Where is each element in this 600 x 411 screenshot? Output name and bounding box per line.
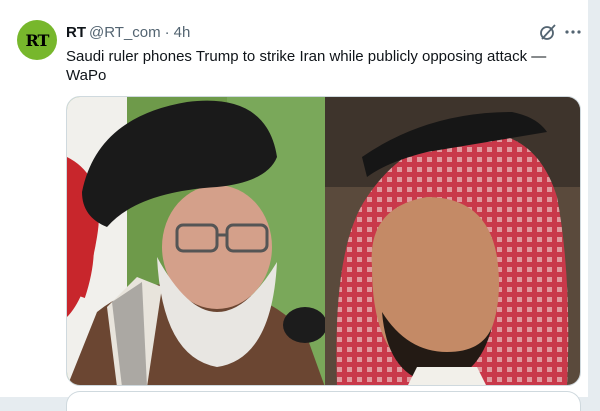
avatar-logo-text: RT — [25, 30, 50, 50]
more-icon[interactable] — [563, 22, 583, 42]
next-tweet-edge — [66, 391, 581, 411]
separator-dot: · — [164, 24, 170, 41]
tweet-header: RT @RT_com · 4h — [66, 24, 190, 41]
tweet-text: Saudi ruler phones Trump to strike Iran … — [66, 48, 547, 84]
tweet-time[interactable]: 4h — [174, 24, 191, 41]
photo-illustration — [67, 97, 580, 385]
avatar[interactable]: RT — [17, 20, 57, 60]
tweet-photo[interactable] — [66, 96, 581, 386]
tweet-card[interactable]: RT RT @RT_com · 4h Saudi ruler phones Trump… — [0, 0, 588, 411]
author-handle[interactable]: @RT_com — [89, 24, 161, 41]
author-name[interactable]: RT — [66, 24, 86, 41]
grok-icon[interactable] — [538, 22, 558, 42]
